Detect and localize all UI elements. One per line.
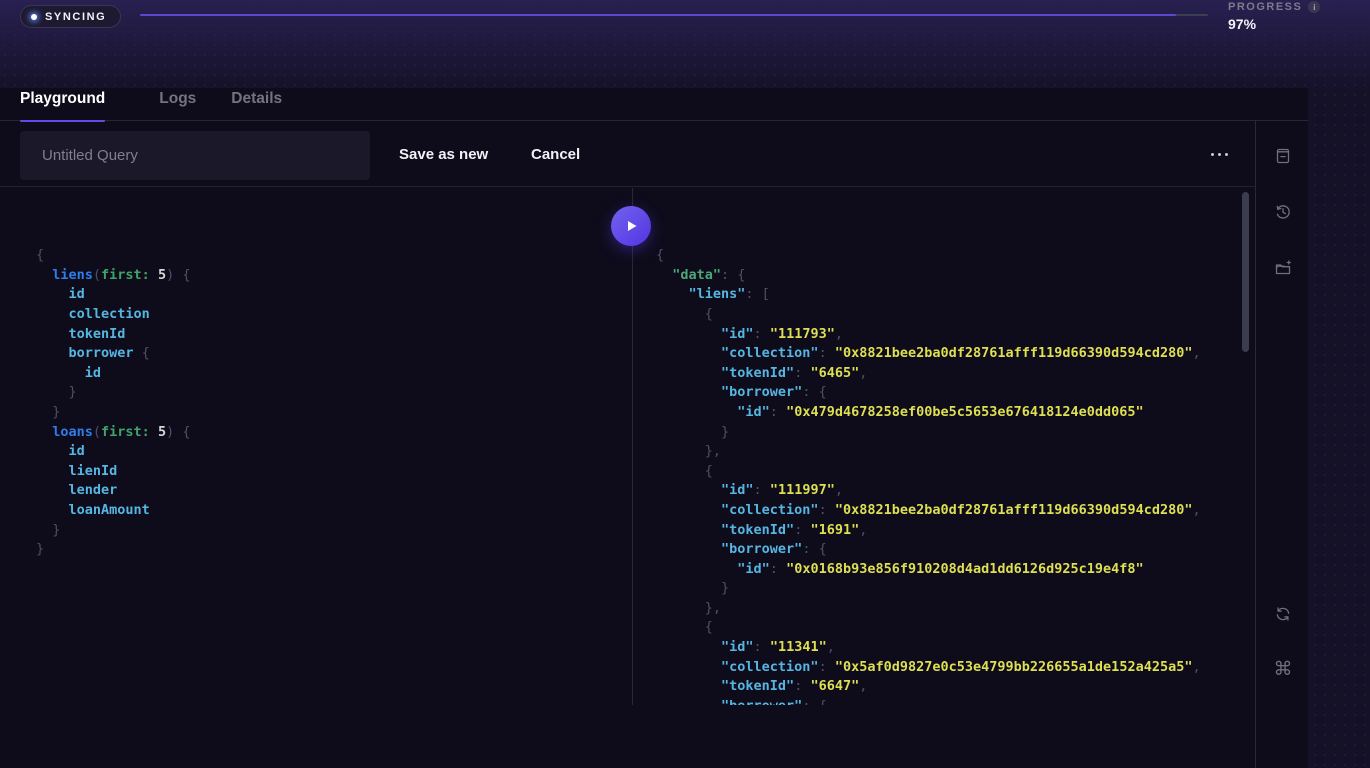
tab-details[interactable]: Details xyxy=(231,90,282,121)
code-line: "id": "111793", xyxy=(656,325,1242,345)
code-line: } xyxy=(36,383,632,403)
sync-dot-icon xyxy=(31,14,37,20)
code-line: } xyxy=(36,521,632,541)
code-line: { xyxy=(656,618,1242,638)
code-line: "borrower": { xyxy=(656,383,1242,403)
code-line: "id": "0x479d4678258ef00be5c5653e6764181… xyxy=(656,403,1242,423)
more-options-icon[interactable] xyxy=(1211,147,1237,161)
code-line: { xyxy=(36,246,632,266)
code-line: } xyxy=(656,423,1242,443)
code-line: "liens": [ xyxy=(656,285,1242,305)
code-line: tokenId xyxy=(36,325,632,345)
tab-logs[interactable]: Logs xyxy=(159,90,196,121)
code-line: } xyxy=(656,579,1242,599)
query-name-input[interactable] xyxy=(20,131,370,180)
code-line: id xyxy=(36,442,632,462)
code-line: "tokenId": "6465", xyxy=(656,364,1242,384)
progress-info: PROGRESS i 97% xyxy=(1228,1,1338,32)
code-line: id xyxy=(36,285,632,305)
tab-bar: Playground Logs Details xyxy=(0,90,1308,121)
code-line: "data": { xyxy=(656,266,1242,286)
query-toolbar: Save as new Cancel xyxy=(0,121,1255,187)
code-line: } xyxy=(36,540,632,560)
code-line: collection xyxy=(36,305,632,325)
code-line: "borrower": { xyxy=(656,540,1242,560)
history-icon[interactable] xyxy=(1273,202,1293,222)
results-code: { "data": { "liens": [ { "id": "111793",… xyxy=(656,246,1242,705)
cancel-button[interactable]: Cancel xyxy=(531,121,580,187)
progress-label: PROGRESS xyxy=(1228,1,1302,13)
info-icon[interactable]: i xyxy=(1308,1,1320,13)
app-root: SYNCING PROGRESS i 97% Playground Logs D… xyxy=(0,0,1370,768)
code-line: } xyxy=(36,403,632,423)
code-line: }, xyxy=(656,599,1242,619)
results-viewer[interactable]: { "data": { "liens": [ { "id": "111793",… xyxy=(633,188,1242,705)
code-line: "id": "11341", xyxy=(656,638,1242,658)
icon-sidebar: ⌘ xyxy=(1255,121,1308,768)
code-line: "id": "0x0168b93e856f910208d4ad1dd6126d9… xyxy=(656,560,1242,580)
code-line: "tokenId": "6647", xyxy=(656,677,1242,697)
code-line: loanAmount xyxy=(36,501,632,521)
new-collection-icon[interactable] xyxy=(1273,258,1293,278)
keyboard-shortcuts-icon[interactable]: ⌘ xyxy=(1273,660,1293,680)
code-line: { xyxy=(656,462,1242,482)
code-line: }, xyxy=(656,442,1242,462)
sync-status-badge: SYNCING xyxy=(20,5,121,28)
progress-value: 97% xyxy=(1228,16,1338,32)
docs-icon[interactable] xyxy=(1273,146,1293,166)
query-editor[interactable]: { liens(first: 5) { id collection tokenI… xyxy=(0,188,632,705)
code-line: loans(first: 5) { xyxy=(36,423,632,443)
code-line: "collection": "0x8821bee2ba0df28761afff1… xyxy=(656,344,1242,364)
code-line: { xyxy=(656,246,1242,266)
code-line: id xyxy=(36,364,632,384)
code-line: liens(first: 5) { xyxy=(36,266,632,286)
sync-status-label: SYNCING xyxy=(45,11,106,23)
code-line: lienId xyxy=(36,462,632,482)
code-line: "tokenId": "1691", xyxy=(656,521,1242,541)
save-as-new-button[interactable]: Save as new xyxy=(399,121,488,187)
tab-playground[interactable]: Playground xyxy=(20,90,105,121)
progress-bar-fill xyxy=(140,14,1176,16)
query-editor-code: { liens(first: 5) { id collection tokenI… xyxy=(36,246,632,560)
code-line: lender xyxy=(36,481,632,501)
code-line: borrower { xyxy=(36,344,632,364)
refresh-icon[interactable] xyxy=(1273,604,1293,624)
progress-bar xyxy=(140,14,1208,16)
code-line: "collection": "0x5af0d9827e0c53e4799bb22… xyxy=(656,658,1242,678)
code-line: { xyxy=(656,305,1242,325)
code-line: "borrower": { xyxy=(656,697,1242,705)
results-scrollbar-thumb[interactable] xyxy=(1242,192,1249,352)
code-line: "collection": "0x8821bee2ba0df28761afff1… xyxy=(656,501,1242,521)
code-line: "id": "111997", xyxy=(656,481,1242,501)
